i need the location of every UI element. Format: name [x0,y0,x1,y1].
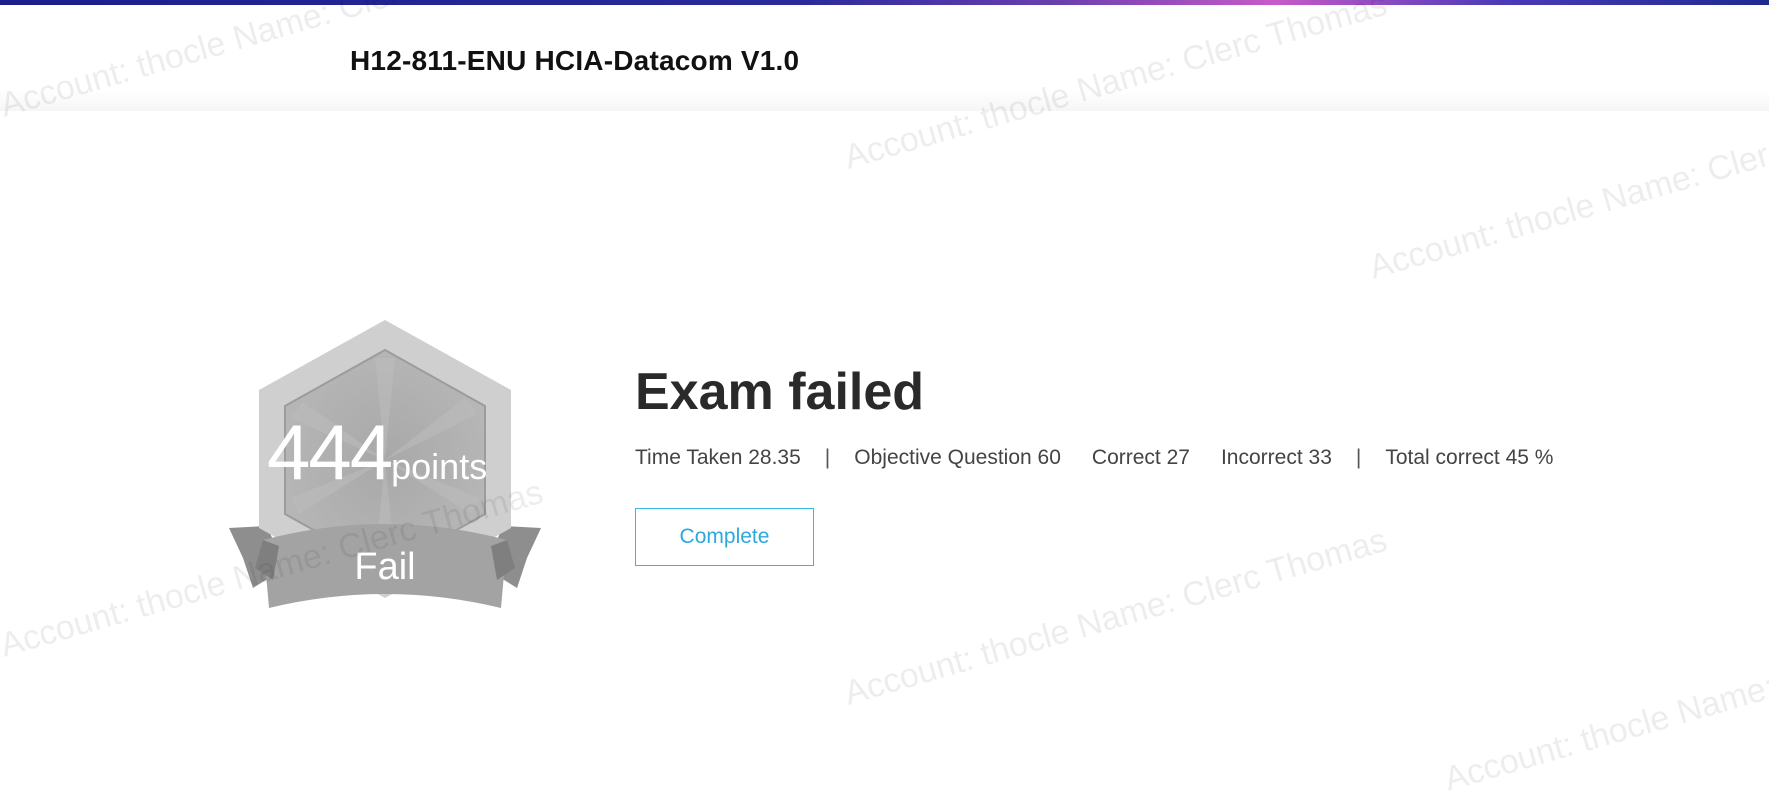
badge-result-label: Fail [354,546,416,588]
result-stats: Time Taken 28.35 | Objective Question 60… [635,446,1553,470]
score-value: 444 [267,408,393,496]
complete-button[interactable]: Complete [635,508,814,566]
watermark: Account: thocle Name: Clerc Thomas [840,520,1392,713]
time-taken-value: 28.35 [748,446,801,469]
total-correct-value: 45 % [1505,446,1554,469]
badge-score: 444points [267,413,487,491]
objective-question-value: 60 [1037,446,1061,469]
watermark: Account: thocle Name: Clerc Thomas [1365,95,1769,287]
score-badge: 444points Fail [225,318,545,618]
page-header: H12-811-ENU HCIA-Datacom V1.0 [0,5,1769,111]
time-taken-label: Time Taken [635,446,743,469]
stats-separator: | [824,446,831,469]
result-heading: Exam failed [635,363,925,421]
incorrect-label: Incorrect [1220,446,1303,469]
stats-separator: | [1355,446,1362,469]
objective-question-label: Objective Question [854,446,1032,469]
correct-label: Correct [1091,446,1161,469]
correct-value: 27 [1166,446,1190,469]
watermark: Account: thocle Name: Clerc Thomas [1440,607,1769,799]
score-unit: points [391,446,488,487]
total-correct-label: Total correct [1385,446,1500,469]
exam-title: H12-811-ENU HCIA-Datacom V1.0 [350,45,800,76]
incorrect-value: 33 [1308,446,1332,469]
